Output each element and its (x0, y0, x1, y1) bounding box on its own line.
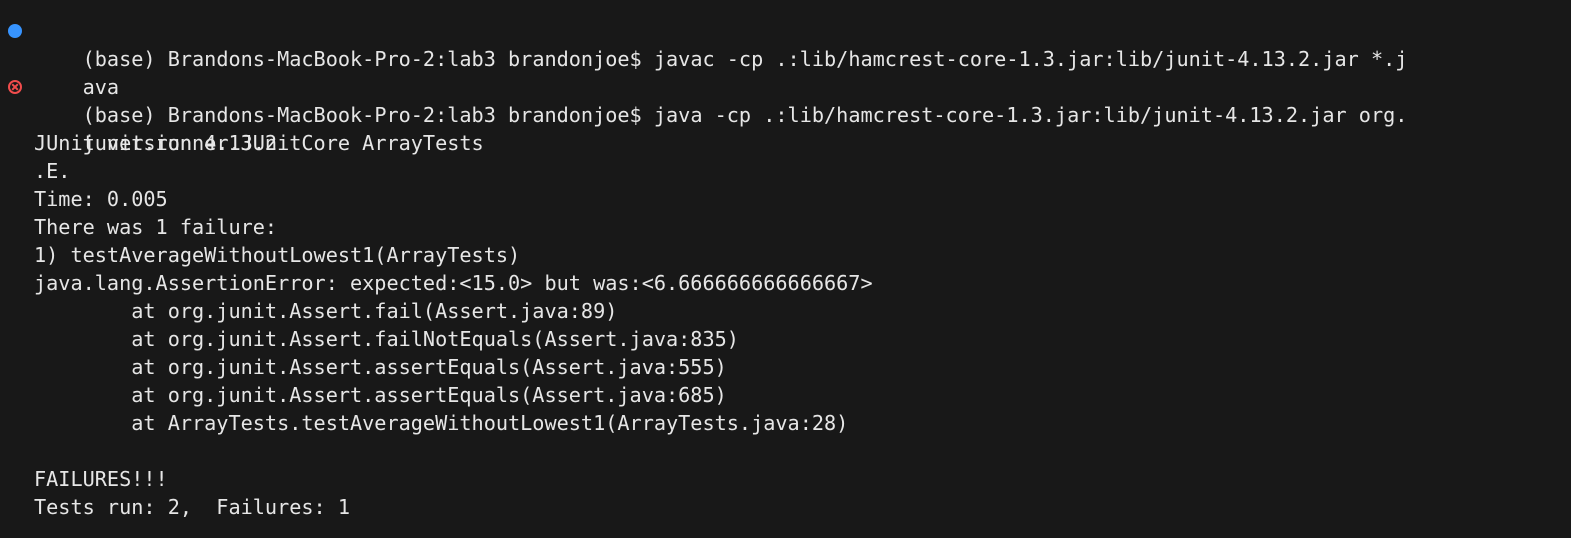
output-line: 1) testAverageWithoutLowest1(ArrayTests) (34, 243, 521, 267)
command-success-icon[interactable] (8, 24, 22, 38)
output-line: There was 1 failure: (34, 215, 278, 239)
output-line: FAILURES!!! (34, 467, 168, 491)
command-error-icon[interactable] (8, 80, 22, 94)
command-line-javac-wrap: ava (0, 45, 1571, 99)
stack-trace-line: at org.junit.Assert.assertEquals(Assert.… (34, 383, 727, 407)
terminal-panel[interactable]: (base) Brandons-MacBook-Pro-2:lab3 brand… (0, 0, 1571, 538)
stack-trace-line: at org.junit.Assert.failNotEquals(Assert… (34, 327, 739, 351)
command-line-javac[interactable]: (base) Brandons-MacBook-Pro-2:lab3 brand… (0, 17, 1571, 71)
stack-trace-line: at org.junit.Assert.fail(Assert.java:89) (34, 299, 618, 323)
command-line-java-wrap: junit.runner.JUnitCore ArrayTests (0, 101, 1571, 155)
output-line: .E. (34, 159, 71, 183)
output-line: JUnit version 4.13.2 (34, 131, 278, 155)
stack-trace-line: at ArrayTests.testAverageWithoutLowest1(… (34, 411, 849, 435)
output-line: java.lang.AssertionError: expected:<15.0… (34, 271, 873, 295)
output-line: Tests run: 2, Failures: 1 (34, 495, 351, 519)
command-line-java[interactable]: (base) Brandons-MacBook-Pro-2:lab3 brand… (0, 73, 1571, 127)
stack-trace-line: at org.junit.Assert.assertEquals(Assert.… (34, 355, 727, 379)
output-line: Time: 0.005 (34, 187, 168, 211)
